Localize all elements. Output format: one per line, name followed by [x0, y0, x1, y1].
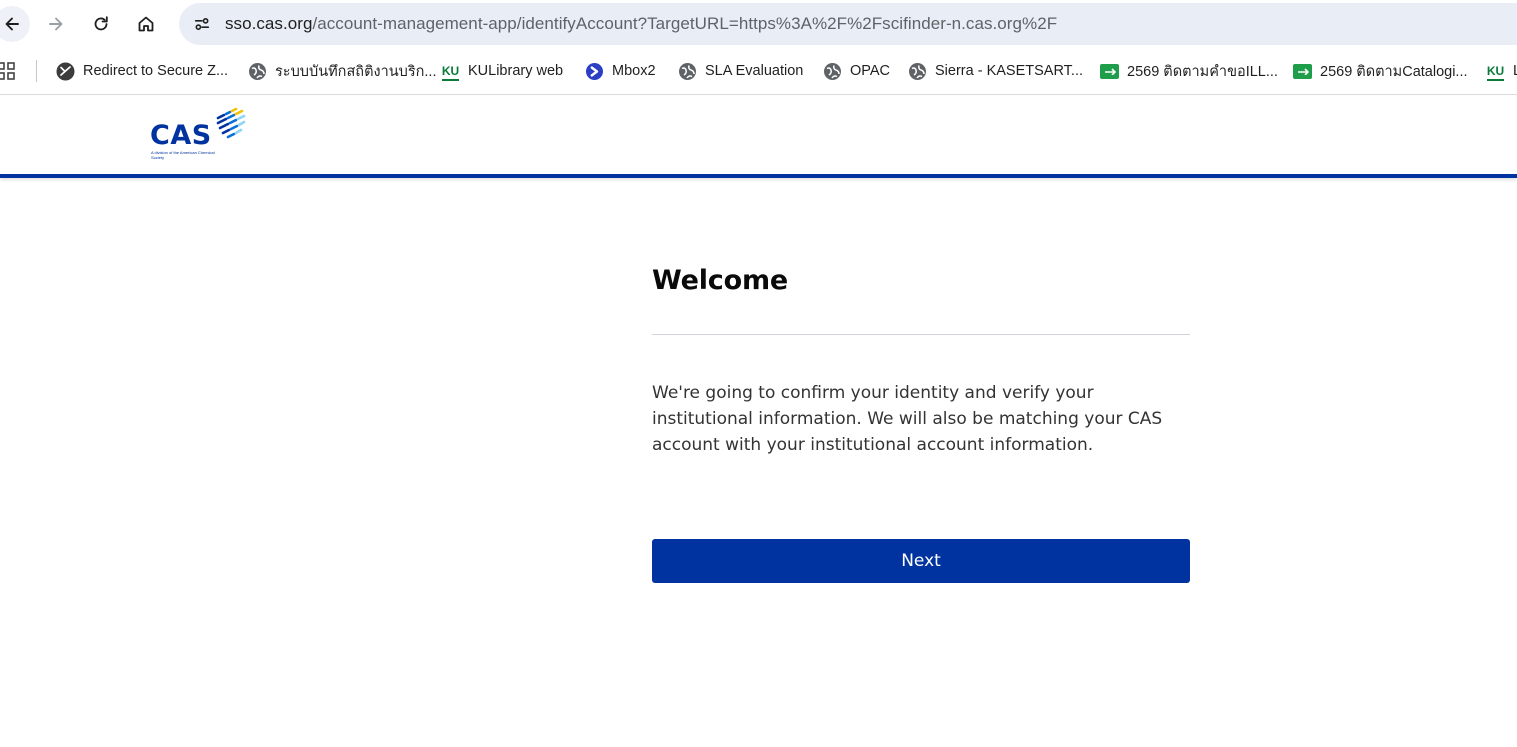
home-icon	[138, 16, 154, 32]
bookmark-label: 2569 ติดตามคำขอILL...	[1127, 63, 1278, 80]
browser-toolbar: sso.cas.org/account-management-app/ident…	[0, 0, 1517, 48]
title-divider	[652, 334, 1190, 335]
sheets-icon	[1293, 62, 1312, 81]
bookmark-label: OPAC	[850, 63, 891, 79]
bookmarks-bar: Redirect to Secure Z... ระบบบันทึกสถิติง…	[0, 48, 1517, 95]
page-header: CAS A division of the American Chemical …	[0, 96, 1517, 178]
back-button[interactable]	[0, 6, 30, 42]
bookmark-label: Sierra - KASETSART...	[935, 63, 1083, 79]
address-bar[interactable]: sso.cas.org/account-management-app/ident…	[179, 3, 1517, 45]
globe-icon	[678, 62, 697, 81]
cas-logo[interactable]: CAS A division of the American Chemical …	[150, 106, 250, 166]
bookmark-label: L	[1513, 63, 1517, 79]
bookmark-sierra[interactable]: Sierra - KASETSART...	[908, 59, 1083, 83]
bookmark-ku-overflow[interactable]: KU L	[1486, 59, 1517, 83]
bookmark-label: ระบบบันทึกสถิติงานบริก...	[275, 63, 437, 80]
bookmark-cataloging-tracking[interactable]: 2569 ติดตามCatalogi...	[1293, 59, 1468, 83]
bookmark-label: SLA Evaluation	[705, 63, 804, 79]
tune-icon	[194, 17, 210, 31]
site-info-button[interactable]	[187, 9, 217, 39]
bookmark-label: Mbox2	[612, 63, 656, 79]
next-button[interactable]: Next	[652, 539, 1190, 583]
reload-button[interactable]	[83, 6, 119, 42]
ku-logo-icon: KU	[441, 64, 460, 81]
bookmark-sla-evaluation[interactable]: SLA Evaluation	[678, 59, 803, 83]
molecule-dots-icon	[216, 107, 246, 139]
globe-icon	[823, 62, 842, 81]
globe-icon	[248, 62, 267, 81]
home-button[interactable]	[128, 6, 164, 42]
bookmark-redirect-secure[interactable]: Redirect to Secure Z...	[56, 59, 228, 83]
bookmark-opac[interactable]: OPAC	[823, 59, 890, 83]
arrow-left-icon	[5, 17, 19, 31]
header-accent-bar	[0, 174, 1517, 178]
bookmark-service-stats[interactable]: ระบบบันทึกสถิติงานบริก...	[248, 59, 436, 83]
url-host: sso.cas.org	[225, 14, 313, 33]
bookmark-label: KULibrary web	[468, 63, 564, 79]
welcome-description: We're going to confirm your identity and…	[652, 383, 1163, 455]
sheets-icon	[1100, 62, 1119, 81]
bookmark-label: Redirect to Secure Z...	[83, 63, 229, 79]
url-text[interactable]: sso.cas.org/account-management-app/ident…	[225, 14, 1057, 34]
bookmark-mbox2[interactable]: Mbox2	[585, 59, 656, 83]
forward-button[interactable]	[38, 6, 74, 42]
bookmark-label: 2569 ติดตามCatalogi...	[1320, 63, 1468, 80]
apps-grid-icon[interactable]	[0, 62, 15, 80]
logo-text: CAS	[150, 120, 212, 151]
mbox-icon	[585, 62, 604, 81]
zscaler-icon	[56, 62, 75, 81]
logo-subtext: A division of the American Chemical Soci…	[151, 150, 215, 160]
arrow-right-icon	[49, 17, 63, 31]
bookmark-ill-tracking[interactable]: 2569 ติดตามคำขอILL...	[1100, 59, 1278, 83]
url-path: /account-management-app/identifyAccount?…	[312, 14, 1058, 33]
page-title: Welcome	[652, 265, 788, 296]
globe-icon	[908, 62, 927, 81]
reload-icon	[94, 16, 108, 31]
bookmark-kulibrary[interactable]: KU KULibrary web	[441, 59, 563, 83]
ku-logo-icon: KU	[1486, 64, 1505, 81]
bookmarks-divider	[36, 60, 37, 82]
